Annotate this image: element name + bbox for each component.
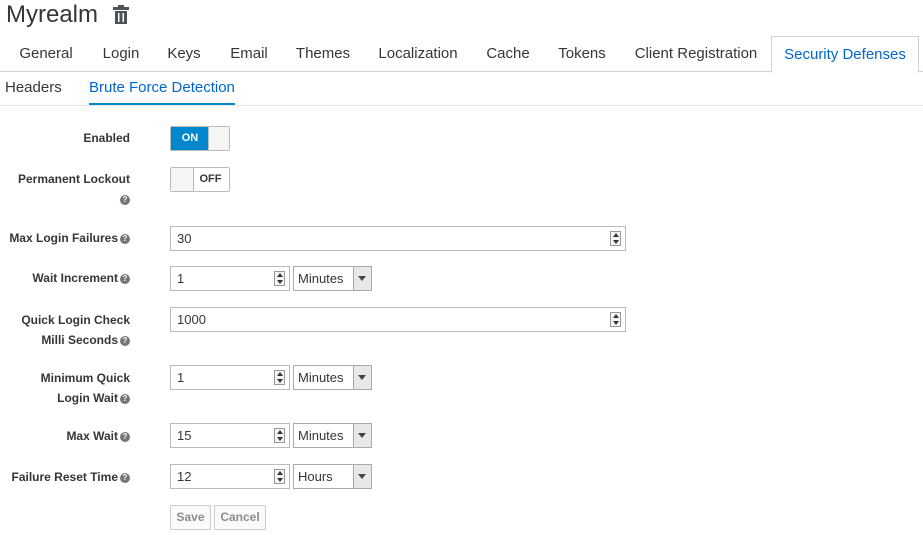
wait-increment-value: 1 (177, 271, 185, 286)
toggle-knob (171, 168, 194, 191)
failure-reset-time-unit: Hours (298, 469, 333, 484)
max-login-failures-value: 30 (177, 231, 192, 246)
help-icon[interactable]: ? (120, 431, 130, 442)
minimum-quick-login-wait-label: Minimum Quick Login Wait? (41, 368, 130, 408)
failure-reset-time-label: Failure Reset Time? (11, 467, 130, 487)
chevron-down-icon (353, 424, 371, 447)
max-login-failures-label: Max Login Failures? (9, 228, 130, 248)
quick-login-check-label: Quick Login Check Milli Seconds? (21, 310, 130, 350)
permanent-lockout-toggle[interactable]: OFF (170, 167, 230, 192)
chevron-down-icon (353, 366, 371, 389)
trash-icon[interactable] (112, 5, 130, 25)
failure-reset-time-value: 12 (177, 469, 192, 484)
help-icon[interactable]: ? (120, 335, 130, 346)
tab-general[interactable]: General (8, 36, 84, 71)
tab-email[interactable]: Email (218, 36, 280, 71)
failure-reset-time-text: Failure Reset Time (11, 470, 119, 484)
max-wait-input[interactable]: 15 (170, 423, 290, 448)
help-icon[interactable]: ? (120, 233, 130, 244)
minimum-quick-login-wait-input[interactable]: 1 (170, 365, 290, 390)
toggle-on-label: ON (171, 127, 209, 150)
quick-login-check-text-2: Milli Seconds (41, 333, 118, 347)
max-wait-unit: Minutes (298, 428, 344, 443)
tab-keys[interactable]: Keys (158, 36, 210, 71)
wait-increment-unit: Minutes (298, 271, 344, 286)
spinner-icon[interactable] (610, 312, 621, 327)
tab-client-registration[interactable]: Client Registration (626, 36, 766, 71)
minimum-quick-login-wait-unit-select[interactable]: Minutes (293, 365, 372, 390)
wait-increment-unit-select[interactable]: Minutes (293, 266, 372, 291)
subtab-brute-force-detection[interactable]: Brute Force Detection (89, 72, 235, 105)
max-wait-text: Max Wait (66, 429, 118, 443)
spinner-icon[interactable] (274, 370, 285, 385)
minimum-quick-login-wait-text-1: Minimum Quick (40, 371, 130, 385)
help-icon[interactable]: ? (120, 194, 130, 205)
chevron-down-icon (353, 267, 371, 290)
minimum-quick-login-wait-text-2: Login Wait (57, 391, 118, 405)
tab-localization[interactable]: Localization (366, 36, 470, 71)
quick-login-check-value: 1000 (177, 312, 206, 327)
max-login-failures-input[interactable]: 30 (170, 226, 626, 251)
spinner-icon[interactable] (274, 428, 285, 443)
permanent-lockout-text: Permanent Lockout (17, 172, 130, 186)
chevron-down-icon (353, 465, 371, 488)
failure-reset-time-input[interactable]: 12 (170, 464, 290, 489)
tab-themes[interactable]: Themes (288, 36, 358, 71)
security-subtabs: Headers Brute Force Detection (0, 72, 923, 106)
permanent-lockout-label: Permanent Lockout ? (18, 169, 130, 209)
toggle-knob (208, 127, 229, 150)
spinner-icon[interactable] (610, 231, 621, 246)
wait-increment-text: Wait Increment (32, 271, 118, 285)
enabled-label: Enabled (83, 131, 130, 145)
subtab-headers[interactable]: Headers (5, 72, 62, 103)
realm-tabs: General Login Keys Email Themes Localiza… (0, 36, 923, 73)
tab-cache[interactable]: Cache (478, 36, 538, 71)
minimum-quick-login-wait-unit: Minutes (298, 370, 344, 385)
page-title: Myrealm (6, 1, 99, 28)
cancel-button[interactable]: Cancel (214, 505, 266, 530)
minimum-quick-login-wait-value: 1 (177, 370, 185, 385)
enabled-toggle[interactable]: ON (170, 126, 230, 151)
help-icon[interactable]: ? (120, 393, 130, 404)
toggle-off-label: OFF (199, 173, 222, 185)
tab-tokens[interactable]: Tokens (546, 36, 618, 71)
quick-login-check-input[interactable]: 1000 (170, 307, 626, 332)
tab-security-defenses[interactable]: Security Defenses (771, 36, 919, 73)
tab-login[interactable]: Login (92, 36, 150, 71)
help-icon[interactable]: ? (120, 273, 130, 284)
quick-login-check-text-1: Quick Login Check (21, 313, 130, 327)
max-wait-unit-select[interactable]: Minutes (293, 423, 372, 448)
max-login-failures-text: Max Login Failures (9, 231, 118, 245)
max-wait-label: Max Wait? (66, 426, 130, 446)
wait-increment-label: Wait Increment? (32, 268, 130, 288)
failure-reset-time-unit-select[interactable]: Hours (293, 464, 372, 489)
max-wait-value: 15 (177, 428, 192, 443)
spinner-icon[interactable] (274, 469, 285, 484)
wait-increment-input[interactable]: 1 (170, 266, 290, 291)
help-icon[interactable]: ? (120, 472, 130, 483)
save-button[interactable]: Save (170, 505, 211, 530)
spinner-icon[interactable] (274, 271, 285, 286)
